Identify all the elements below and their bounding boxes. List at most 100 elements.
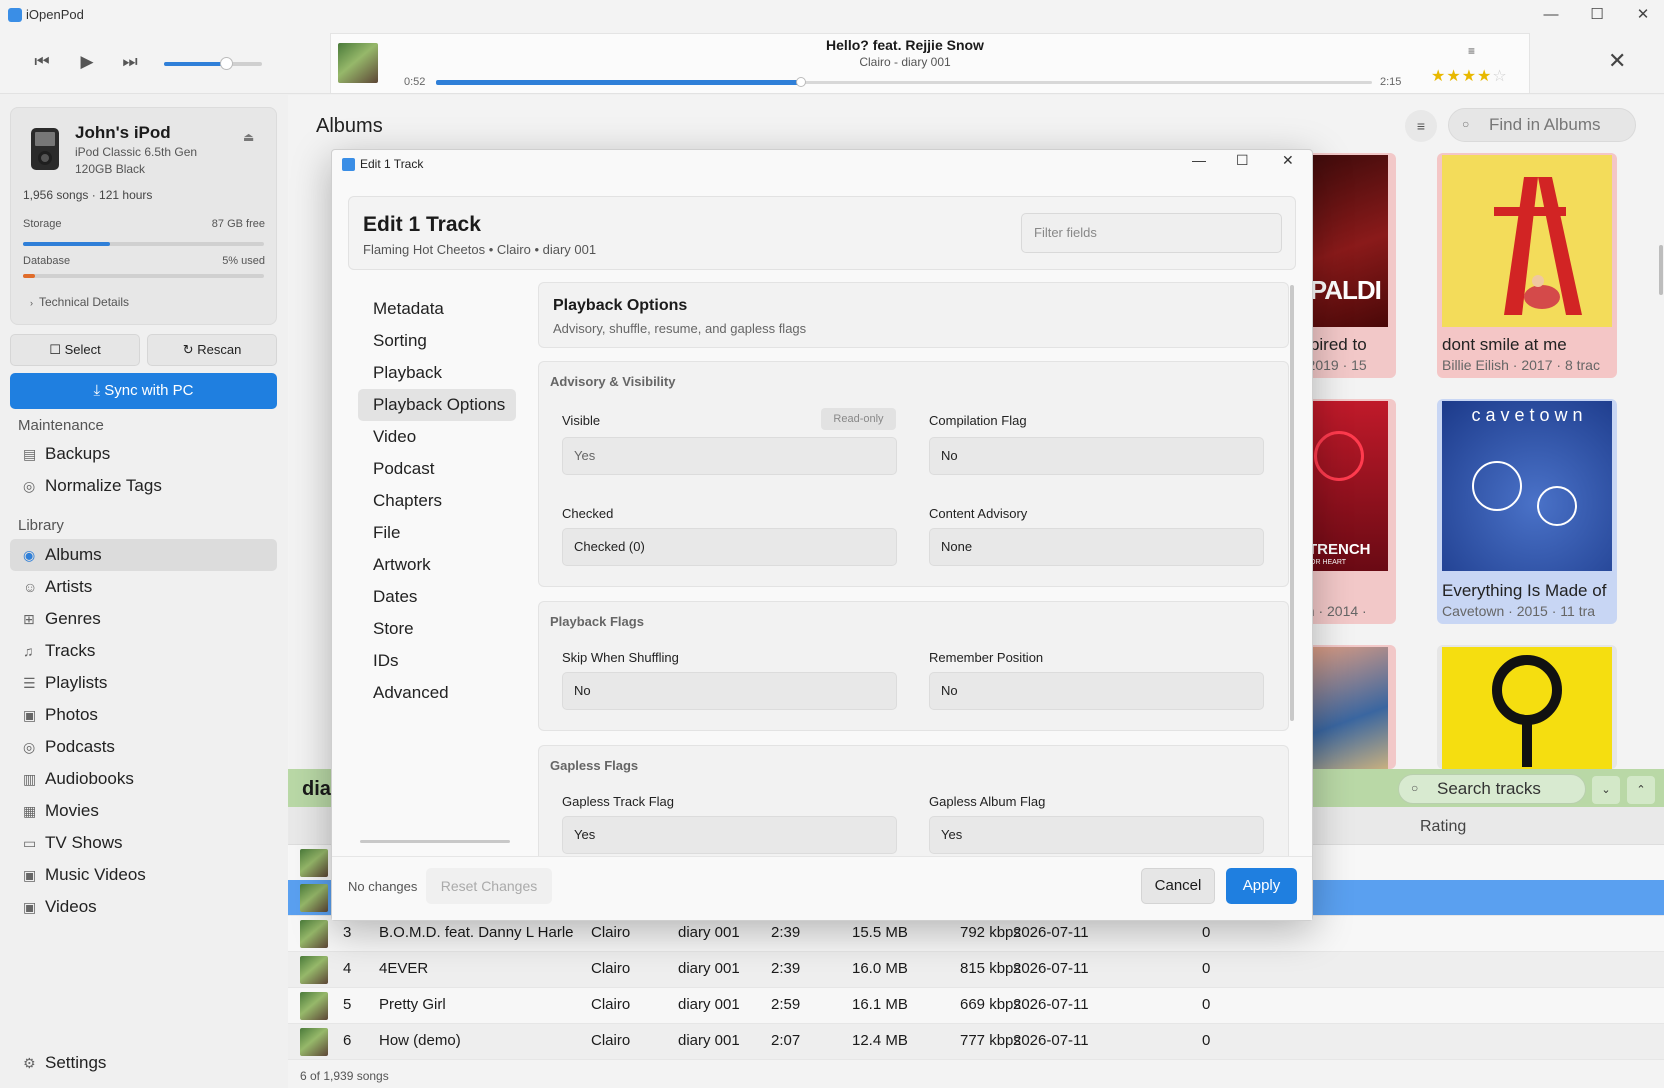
track-artist: Clairo: [591, 924, 631, 941]
dialog-nav-ids[interactable]: IDs: [358, 645, 516, 677]
dialog-nav-artwork[interactable]: Artwork: [358, 549, 516, 581]
dialog-nav-advanced[interactable]: Advanced: [358, 677, 516, 709]
dialog-nav-metadata[interactable]: Metadata: [358, 293, 516, 325]
content-scrollbar[interactable]: [1290, 285, 1294, 721]
dialog-nav-playback[interactable]: Playback: [358, 357, 516, 389]
star-empty-icon[interactable]: ☆: [1492, 68, 1507, 85]
table-row[interactable]: 5 Pretty Girl Clairo diary 001 2:59 16.1…: [288, 988, 1664, 1024]
track-plays: 0: [1202, 960, 1211, 977]
dialog-nav-playback-options[interactable]: Playback Options: [358, 389, 516, 421]
track-thumbnail: [300, 956, 328, 984]
filter-icon[interactable]: ≡: [1405, 110, 1437, 142]
star-filled-icon[interactable]: ★: [1477, 68, 1492, 85]
now-playing-title: Hello? feat. Rejjie Snow: [826, 37, 984, 53]
sync-button[interactable]: ⤓ Sync with PC: [10, 373, 277, 409]
compilation-flag-select[interactable]: No: [929, 437, 1264, 475]
table-row[interactable]: 4 4EVER Clairo diary 001 2:39 16.0 MB 81…: [288, 952, 1664, 988]
sidebar-item-label: Photos: [45, 705, 98, 724]
dialog-nav-store[interactable]: Store: [358, 613, 516, 645]
track-bitrate: 792 kbps: [960, 924, 1021, 941]
albums-scrollbar[interactable]: [1659, 245, 1663, 295]
rating-stars[interactable]: ★★★★☆: [1431, 66, 1508, 86]
remember-position-select[interactable]: No: [929, 672, 1264, 710]
star-filled-icon[interactable]: ★: [1431, 68, 1446, 85]
playback-flags-group: [538, 601, 1289, 731]
content-advisory-select[interactable]: None: [929, 528, 1264, 566]
dialog-maximize-icon[interactable]: ☐: [1236, 152, 1249, 169]
reset-changes-button[interactable]: Reset Changes: [426, 868, 552, 904]
rescan-button[interactable]: ↻ Rescan: [147, 334, 277, 366]
track-search-input[interactable]: Search tracks: [1398, 774, 1586, 804]
now-playing-artwork[interactable]: [338, 43, 378, 83]
track-date: 2026-07-11: [1013, 996, 1089, 1013]
sidebar-item-label: Albums: [45, 545, 102, 564]
sidebar-item-label: Movies: [45, 801, 99, 820]
technical-details-toggle[interactable]: › Technical Details: [30, 295, 129, 309]
cancel-button[interactable]: Cancel: [1141, 868, 1215, 904]
skip-shuffle-select[interactable]: No: [562, 672, 897, 710]
dialog-nav-chapters[interactable]: Chapters: [358, 485, 516, 517]
rating-column-header[interactable]: Rating: [1420, 818, 1466, 836]
chevron-up-icon[interactable]: ⌃: [1627, 776, 1655, 804]
dialog-minimize-icon[interactable]: —: [1192, 152, 1206, 168]
sidebar-item-genres[interactable]: ⊞ Genres: [10, 603, 277, 635]
previous-icon[interactable]: ⏮: [27, 47, 57, 77]
device-model: iPod Classic 6.5th Gen: [75, 145, 198, 159]
select-button[interactable]: ☐ Select: [10, 334, 140, 366]
checked-select[interactable]: Checked (0): [562, 528, 897, 566]
maximize-icon[interactable]: ☐: [1574, 4, 1620, 26]
dialog-nav-podcast[interactable]: Podcast: [358, 453, 516, 485]
eject-icon[interactable]: ⏏: [243, 130, 254, 144]
gear-icon: ⚙: [23, 1055, 36, 1071]
sidebar-item-videos[interactable]: ▣ Videos: [10, 891, 277, 923]
close-icon[interactable]: ✕: [1620, 4, 1664, 26]
sidebar-item-albums[interactable]: ◉ Albums: [10, 539, 277, 571]
table-row[interactable]: 3 B.O.M.D. feat. Danny L Harle Clairo di…: [288, 916, 1664, 952]
close-player-icon[interactable]: ✕: [1608, 48, 1626, 74]
progress-knob[interactable]: [796, 77, 806, 87]
album-card[interactable]: [1437, 645, 1617, 769]
sidebar-item-normalize-tags[interactable]: ◎ Normalize Tags: [10, 470, 277, 502]
next-icon[interactable]: ⏭: [115, 47, 145, 77]
album-card[interactable]: dont smile at me Billie Eilish · 2017 · …: [1437, 153, 1617, 378]
minimize-icon[interactable]: —: [1528, 4, 1574, 26]
dialog-nav-dates[interactable]: Dates: [358, 581, 516, 613]
playlist-icon: ☰: [23, 675, 36, 691]
album-card[interactable]: c a v e t o w n Everything Is Made of Ca…: [1437, 399, 1617, 624]
album-subtitle: Billie Eilish · 2017 · 8 trac: [1442, 357, 1600, 373]
gapless-album-select[interactable]: Yes: [929, 816, 1264, 854]
apply-button[interactable]: Apply: [1226, 868, 1297, 904]
sidebar-item-audiobooks[interactable]: ▥ Audiobooks: [10, 763, 277, 795]
filter-fields-input[interactable]: Filter fields: [1021, 213, 1282, 253]
chevron-down-icon[interactable]: ⌄: [1592, 776, 1620, 804]
archive-icon: ▤: [23, 446, 37, 462]
star-filled-icon[interactable]: ★: [1446, 68, 1461, 85]
sidebar-item-music-videos[interactable]: ▣ Music Videos: [10, 859, 277, 891]
star-filled-icon[interactable]: ★: [1462, 68, 1477, 85]
sidebar-item-playlists[interactable]: ☰ Playlists: [10, 667, 277, 699]
sidebar-item-movies[interactable]: ▦ Movies: [10, 795, 277, 827]
sidebar-item-photos[interactable]: ▣ Photos: [10, 699, 277, 731]
visible-label: Visible: [562, 413, 601, 428]
table-row[interactable]: 6 How (demo) Clairo diary 001 2:07 12.4 …: [288, 1024, 1664, 1060]
sidebar-item-backups[interactable]: ▤ Backups: [10, 438, 277, 470]
nav-scrollbar[interactable]: [360, 840, 510, 843]
sidebar-item-tv-shows[interactable]: ▭ TV Shows: [10, 827, 277, 859]
dialog-nav-video[interactable]: Video: [358, 421, 516, 453]
dialog-close-icon[interactable]: ✕: [1282, 152, 1294, 169]
dialog-title: Edit 1 Track: [363, 213, 481, 236]
sidebar-item-artists[interactable]: ☺ Artists: [10, 571, 277, 603]
settings-item[interactable]: ⚙ Settings: [10, 1047, 277, 1079]
queue-icon[interactable]: ≡: [1468, 44, 1475, 58]
video-icon: ▣: [23, 899, 37, 915]
play-icon[interactable]: ▶: [72, 47, 102, 77]
sidebar-item-podcasts[interactable]: ◎ Podcasts: [10, 731, 277, 763]
gapless-track-select[interactable]: Yes: [562, 816, 897, 854]
volume-knob[interactable]: [220, 57, 233, 70]
dialog-nav-file[interactable]: File: [358, 517, 516, 549]
title-bar: [0, 0, 1664, 30]
album-search-input[interactable]: Find in Albums: [1448, 108, 1636, 142]
track-plays: 0: [1202, 1032, 1211, 1049]
dialog-nav-sorting[interactable]: Sorting: [358, 325, 516, 357]
sidebar-item-tracks[interactable]: ♫ Tracks: [10, 635, 277, 667]
